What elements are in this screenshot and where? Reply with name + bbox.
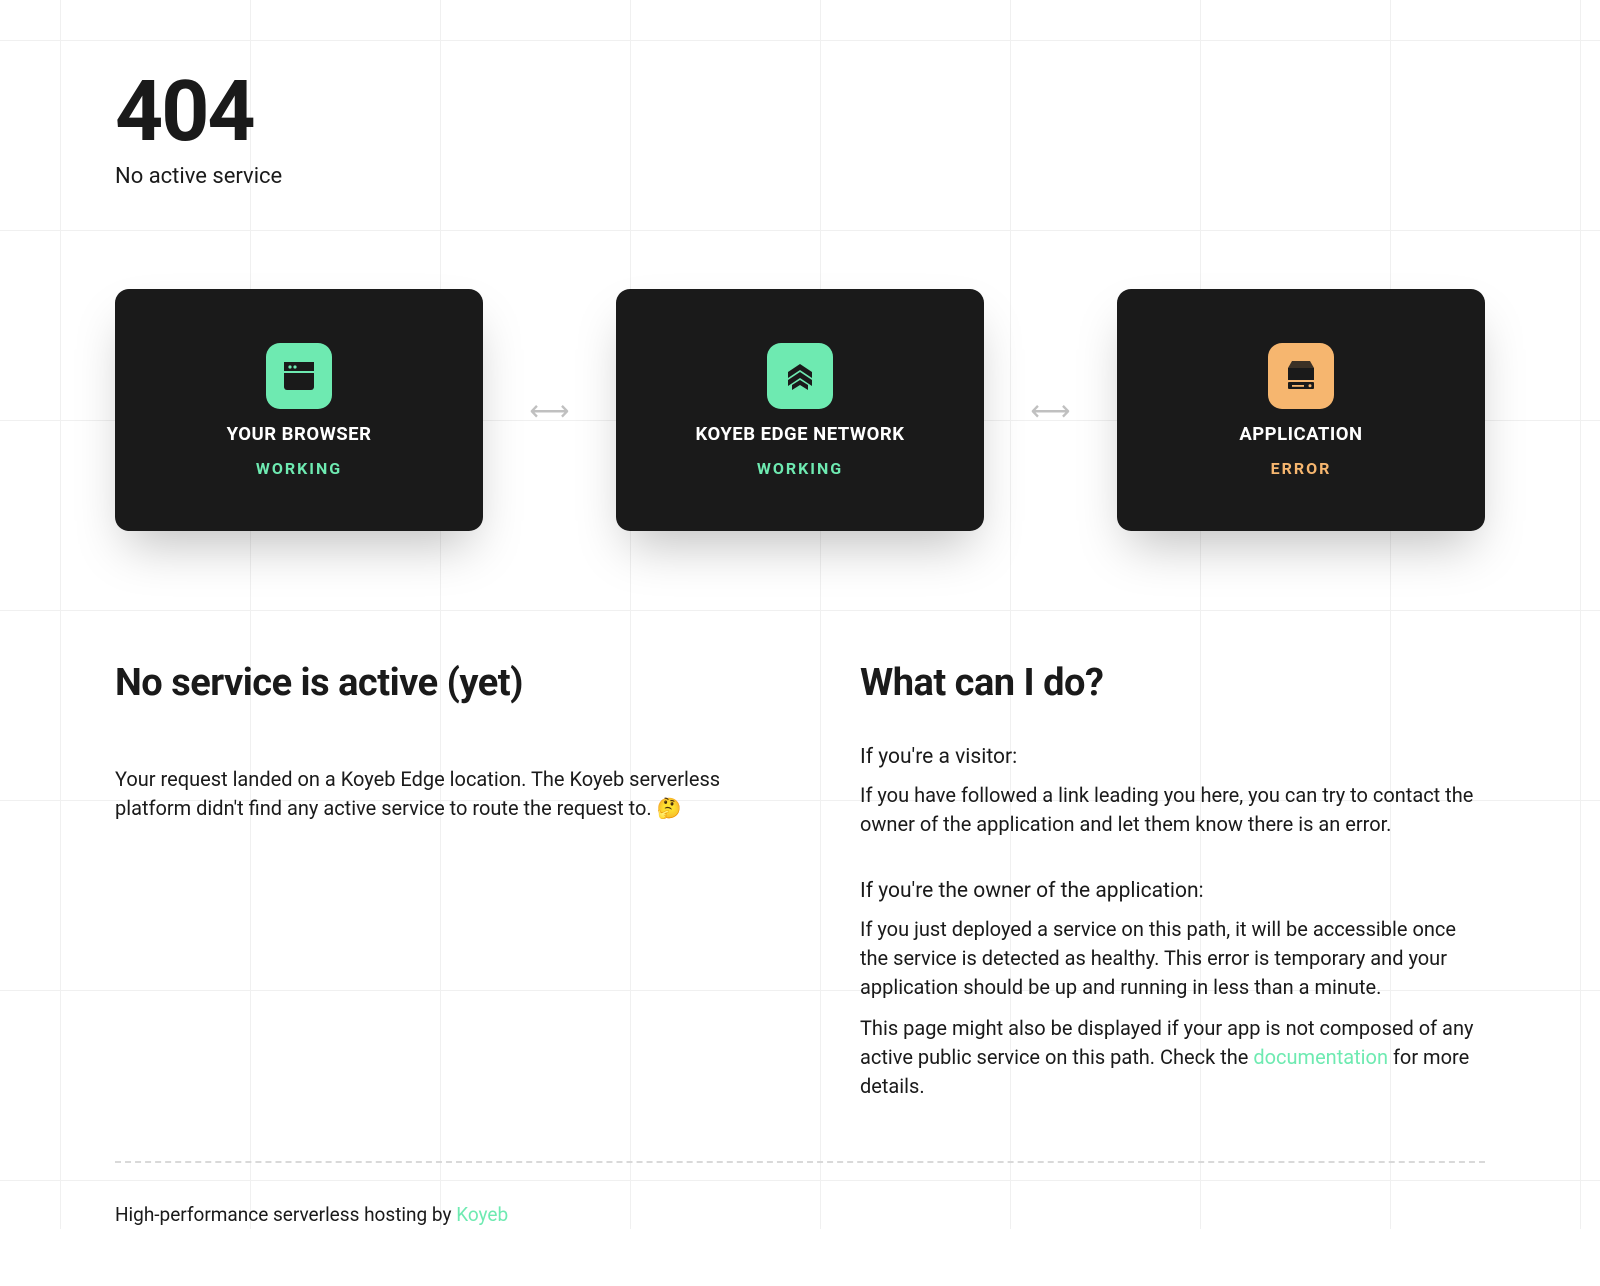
arrow-icon: ⟷ xyxy=(1030,394,1070,427)
browser-window-icon xyxy=(266,343,332,409)
visitor-body: If you have followed a link leading you … xyxy=(860,781,1485,839)
main-container: 404 No active service YOUR BROWSER WORKI… xyxy=(115,0,1485,1286)
left-heading: No service is active (yet) xyxy=(115,661,740,705)
arrow-icon: ⟷ xyxy=(529,394,569,427)
footer: High-performance serverless hosting by K… xyxy=(115,1203,1485,1226)
card-edge-status: WORKING xyxy=(757,459,843,478)
left-body: Your request landed on a Koyeb Edge loca… xyxy=(115,765,740,823)
info-columns: No service is active (yet) Your request … xyxy=(115,661,1485,1101)
status-card-browser: YOUR BROWSER WORKING xyxy=(115,289,483,531)
card-app-status: ERROR xyxy=(1271,459,1332,478)
card-browser-title: YOUR BROWSER xyxy=(227,423,372,445)
error-subtitle: No active service xyxy=(115,164,1485,189)
error-code: 404 xyxy=(115,70,1485,154)
right-heading: What can I do? xyxy=(860,661,1485,705)
card-app-title: APPLICATION xyxy=(1239,423,1362,445)
card-edge-title: KOYEB EDGE NETWORK xyxy=(696,423,905,445)
owner-heading: If you're the owner of the application: xyxy=(860,879,1485,903)
owner-body-2: This page might also be displayed if you… xyxy=(860,1014,1485,1101)
card-browser-status: WORKING xyxy=(256,459,342,478)
server-icon xyxy=(1268,343,1334,409)
left-column: No service is active (yet) Your request … xyxy=(115,661,740,1101)
status-cards-row: YOUR BROWSER WORKING ⟷ KOYEB EDGE NETWOR… xyxy=(115,289,1485,531)
error-header: 404 No active service xyxy=(115,70,1485,189)
status-card-application: APPLICATION ERROR xyxy=(1117,289,1485,531)
visitor-heading: If you're a visitor: xyxy=(860,745,1485,769)
edge-network-icon xyxy=(767,343,833,409)
owner-body-1: If you just deployed a service on this p… xyxy=(860,915,1485,1002)
koyeb-link[interactable]: Koyeb xyxy=(456,1203,508,1226)
documentation-link[interactable]: documentation xyxy=(1253,1045,1388,1069)
footer-text: High-performance serverless hosting by xyxy=(115,1203,456,1226)
status-card-edge: KOYEB EDGE NETWORK WORKING xyxy=(616,289,984,531)
right-column: What can I do? If you're a visitor: If y… xyxy=(860,661,1485,1101)
divider xyxy=(115,1161,1485,1163)
